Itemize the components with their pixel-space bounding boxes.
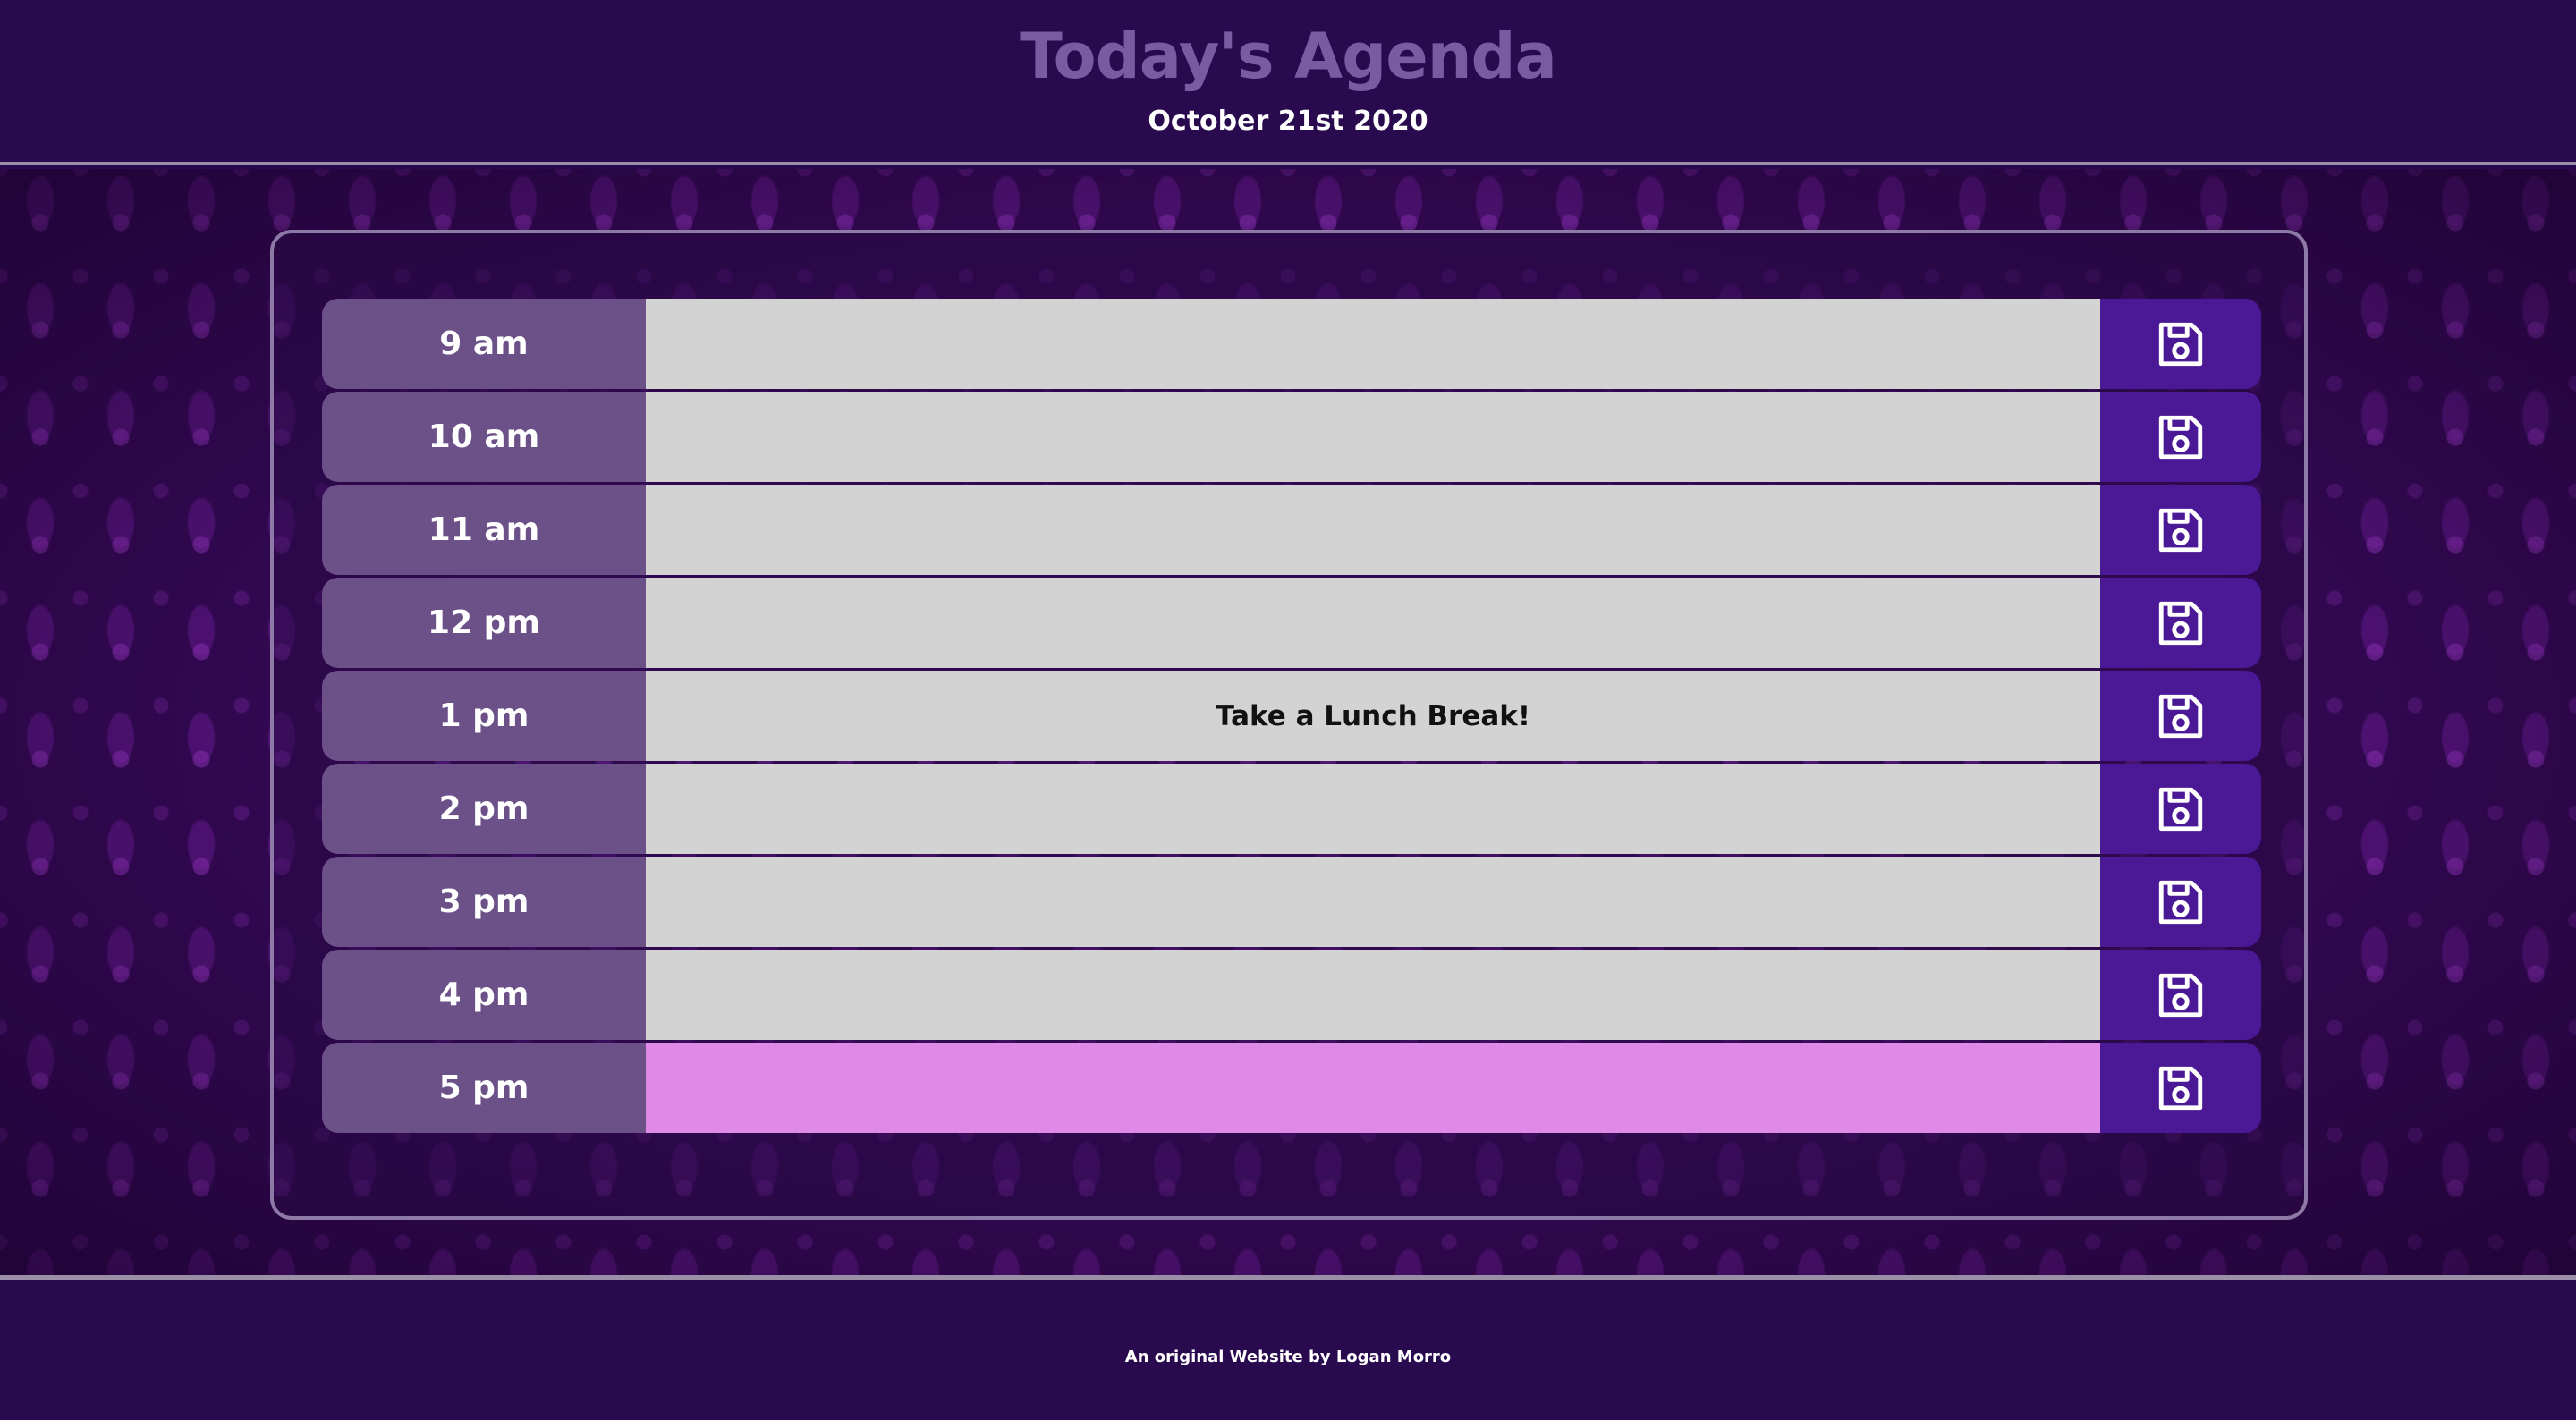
time-block-row: 10 am	[322, 392, 2261, 482]
time-block-row: 3 pm	[322, 857, 2261, 947]
hour-label: 2 pm	[322, 764, 646, 854]
hour-label: 1 pm	[322, 671, 646, 761]
event-text-area[interactable]	[646, 764, 2100, 854]
floppy-disk-icon	[2158, 601, 2203, 645]
save-button[interactable]	[2100, 392, 2261, 482]
save-button[interactable]	[2100, 578, 2261, 668]
hour-label: 5 pm	[322, 1043, 646, 1133]
floppy-disk-icon	[2158, 787, 2203, 831]
floppy-disk-icon	[2158, 1066, 2203, 1110]
time-block-row: 1 pm Take a Lunch Break!	[322, 671, 2261, 761]
agenda-panel: 9 am 10 am 11 am 12 pm 1 pm Take a Lunch…	[270, 230, 2308, 1220]
event-text-area[interactable]	[646, 950, 2100, 1040]
hour-label: 9 am	[322, 299, 646, 389]
save-button[interactable]	[2100, 950, 2261, 1040]
event-text-area[interactable]: Take a Lunch Break!	[646, 671, 2100, 761]
floppy-disk-icon	[2158, 415, 2203, 459]
current-date: October 21st 2020	[1148, 106, 1428, 137]
time-block-row: 2 pm	[322, 764, 2261, 854]
event-text-area[interactable]	[646, 299, 2100, 389]
hour-label: 10 am	[322, 392, 646, 482]
time-block-row: 5 pm	[322, 1043, 2261, 1133]
hour-label: 4 pm	[322, 950, 646, 1040]
event-text-area[interactable]	[646, 1043, 2100, 1133]
page-title: Today's Agenda	[1020, 20, 1557, 93]
hour-label: 12 pm	[322, 578, 646, 668]
save-button[interactable]	[2100, 1043, 2261, 1133]
footer: An original Website by Logan Morro	[0, 1284, 2576, 1420]
header: Today's Agenda October 21st 2020	[0, 0, 2576, 165]
floppy-disk-icon	[2158, 694, 2203, 738]
time-block-row: 11 am	[322, 485, 2261, 575]
floppy-disk-icon	[2158, 508, 2203, 552]
save-button[interactable]	[2100, 671, 2261, 761]
event-text-area[interactable]	[646, 578, 2100, 668]
event-text-area[interactable]	[646, 392, 2100, 482]
save-button[interactable]	[2100, 764, 2261, 854]
save-button[interactable]	[2100, 857, 2261, 947]
footer-credit: An original Website by Logan Morro	[1124, 1348, 1452, 1366]
time-block-row: 9 am	[322, 299, 2261, 389]
save-button[interactable]	[2100, 299, 2261, 389]
floppy-disk-icon	[2158, 880, 2203, 924]
main-area: 9 am 10 am 11 am 12 pm 1 pm Take a Lunch…	[0, 169, 2576, 1280]
floppy-disk-icon	[2158, 973, 2203, 1017]
hour-label: 11 am	[322, 485, 646, 575]
hour-label: 3 pm	[322, 857, 646, 947]
event-text-area[interactable]	[646, 485, 2100, 575]
floppy-disk-icon	[2158, 322, 2203, 366]
save-button[interactable]	[2100, 485, 2261, 575]
event-text-area[interactable]	[646, 857, 2100, 947]
time-block-row: 12 pm	[322, 578, 2261, 668]
time-block-row: 4 pm	[322, 950, 2261, 1040]
